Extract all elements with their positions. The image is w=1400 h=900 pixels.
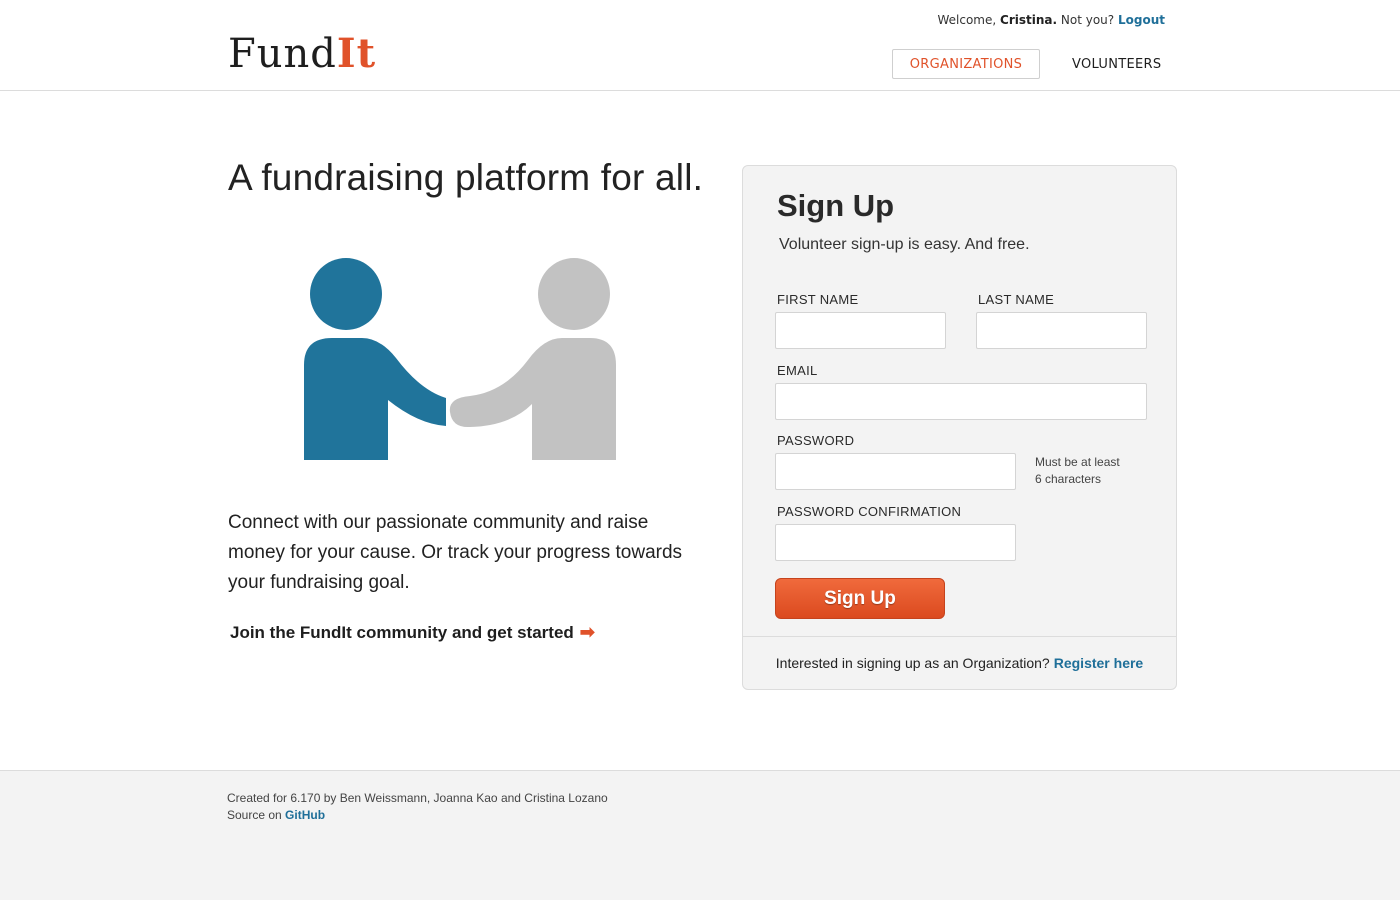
footer-source-prefix: Source on bbox=[227, 808, 282, 822]
last-name-field[interactable] bbox=[976, 312, 1147, 349]
org-prompt-text: Interested in signing up as an Organizat… bbox=[775, 655, 1050, 671]
hero-description: Connect with our passionate community an… bbox=[228, 512, 683, 593]
email-field[interactable] bbox=[775, 383, 1147, 420]
nav-organizations[interactable]: ORGANIZATIONS bbox=[892, 49, 1040, 79]
site-header: FundIt Welcome, Cristina. Not you? Logou… bbox=[0, 0, 1400, 91]
password-hint-line1: Must be at least bbox=[1035, 455, 1120, 469]
signup-subtitle: Volunteer sign-up is easy. And free. bbox=[779, 236, 1030, 253]
last-name-label: LAST NAME bbox=[978, 292, 1055, 307]
logo-accent-text: It bbox=[336, 30, 377, 77]
footer-source: Source on GitHub bbox=[227, 808, 325, 822]
password-field[interactable] bbox=[775, 453, 1016, 490]
password-hint: Must be at least 6 characters bbox=[1035, 454, 1120, 488]
register-here-link[interactable]: Register here bbox=[1054, 655, 1143, 671]
welcome-prefix: Welcome, bbox=[937, 13, 997, 27]
github-link[interactable]: GitHub bbox=[285, 808, 325, 822]
password-hint-line2: 6 characters bbox=[1035, 472, 1102, 486]
site-footer: Created for 6.170 by Ben Weissmann, Joan… bbox=[0, 770, 1400, 900]
signup-card: Sign Up Volunteer sign-up is easy. And f… bbox=[742, 165, 1177, 690]
arrow-right-icon: ➡ bbox=[579, 622, 595, 642]
nav-volunteers[interactable]: VOLUNTEERS bbox=[1072, 49, 1161, 79]
password-label: PASSWORD bbox=[777, 433, 855, 448]
footer-credit: Created for 6.170 by Ben Weissmann, Joan… bbox=[227, 791, 608, 805]
not-you-text: Not you? bbox=[1060, 13, 1115, 27]
fundit-logo[interactable]: FundIt bbox=[228, 30, 377, 77]
logout-link[interactable]: Logout bbox=[1118, 13, 1165, 27]
welcome-message: Welcome, Cristina. Not you? Logout bbox=[937, 13, 1165, 27]
user-name: Cristina. bbox=[1000, 13, 1058, 27]
join-cta-link[interactable]: Join the FundIt community and get starte… bbox=[230, 622, 595, 643]
logo-main-text: Fund bbox=[228, 31, 337, 77]
password-confirmation-label: PASSWORD CONFIRMATION bbox=[777, 504, 962, 519]
password-confirmation-field[interactable] bbox=[775, 524, 1016, 561]
cta-text: Join the FundIt community and get starte… bbox=[230, 622, 574, 642]
org-signup-prompt: Interested in signing up as an Organizat… bbox=[743, 636, 1176, 689]
handshake-icon bbox=[300, 250, 620, 462]
first-name-field[interactable] bbox=[775, 312, 946, 349]
sign-up-button[interactable]: Sign Up bbox=[775, 578, 945, 619]
first-name-label: FIRST NAME bbox=[777, 292, 859, 307]
email-label: EMAIL bbox=[777, 363, 818, 378]
hero-tagline: A fundraising platform for all. bbox=[228, 157, 704, 198]
signup-title: Sign Up bbox=[777, 188, 895, 223]
